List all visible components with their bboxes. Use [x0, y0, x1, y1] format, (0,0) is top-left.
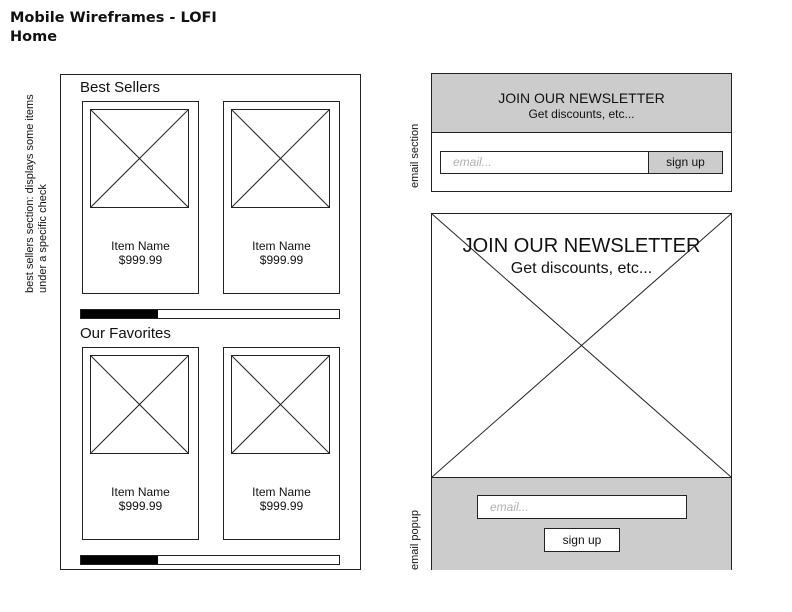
email-section-annotation: email section — [409, 123, 421, 188]
popup-subheading: Get discounts, etc... — [510, 260, 653, 277]
best-sellers-heading: Best Sellers — [80, 79, 161, 96]
best-sellers-annotation-line2: under a specific check — [36, 184, 49, 293]
newsletter-popup: JOIN OUR NEWSLETTER Get discounts, etc..… — [431, 213, 732, 570]
progress-fill — [81, 310, 159, 318]
newsletter-section: JOIN OUR NEWSLETTER Get discounts, etc..… — [431, 73, 732, 192]
item-name: Item Name — [111, 239, 170, 253]
email-input[interactable]: email... — [440, 151, 649, 174]
best-sellers-annotation: best sellers section: displays some item… — [24, 94, 49, 293]
page-title: Mobile Wireframes - LOFI — [10, 10, 217, 26]
product-card[interactable]: Item Name $999.99 — [82, 347, 199, 540]
item-price: $999.99 — [118, 253, 163, 267]
popup-sign-up-button[interactable]: sign up — [544, 528, 620, 552]
favorites-progress-bar[interactable] — [80, 555, 340, 565]
progress-fill — [81, 556, 159, 564]
popup-heading: JOIN OUR NEWSLETTER — [462, 235, 701, 257]
popup-email-input[interactable]: email... — [477, 495, 687, 519]
newsletter-heading: JOIN OUR NEWSLETTER — [498, 90, 665, 106]
product-card[interactable]: Item Name $999.99 — [223, 347, 340, 540]
email-popup-annotation: email popup — [409, 510, 421, 570]
item-name: Item Name — [252, 239, 311, 253]
item-price: $999.99 — [259, 253, 304, 267]
image-placeholder-icon — [231, 355, 330, 454]
newsletter-subheading: Get discounts, etc... — [528, 107, 635, 121]
page-subtitle: Home — [10, 29, 58, 45]
sign-up-button[interactable]: sign up — [648, 151, 723, 174]
image-placeholder-icon — [90, 355, 189, 454]
product-card[interactable]: Item Name $999.99 — [82, 101, 199, 294]
image-placeholder-icon — [90, 109, 189, 208]
popup-form-area: email... sign up — [432, 477, 731, 570]
item-price: $999.99 — [118, 499, 163, 513]
phone-frame: Best Sellers Item Name $999.99 Item Name… — [60, 74, 361, 570]
newsletter-banner: JOIN OUR NEWSLETTER Get discounts, etc..… — [432, 74, 731, 133]
best-sellers-progress-bar[interactable] — [80, 309, 340, 319]
product-card[interactable]: Item Name $999.99 — [223, 101, 340, 294]
item-name: Item Name — [111, 485, 170, 499]
item-name: Item Name — [252, 485, 311, 499]
favorites-heading: Our Favorites — [80, 325, 171, 342]
image-placeholder-icon — [231, 109, 330, 208]
best-sellers-annotation-line1: best sellers section: displays some item… — [24, 94, 36, 293]
item-price: $999.99 — [259, 499, 304, 513]
